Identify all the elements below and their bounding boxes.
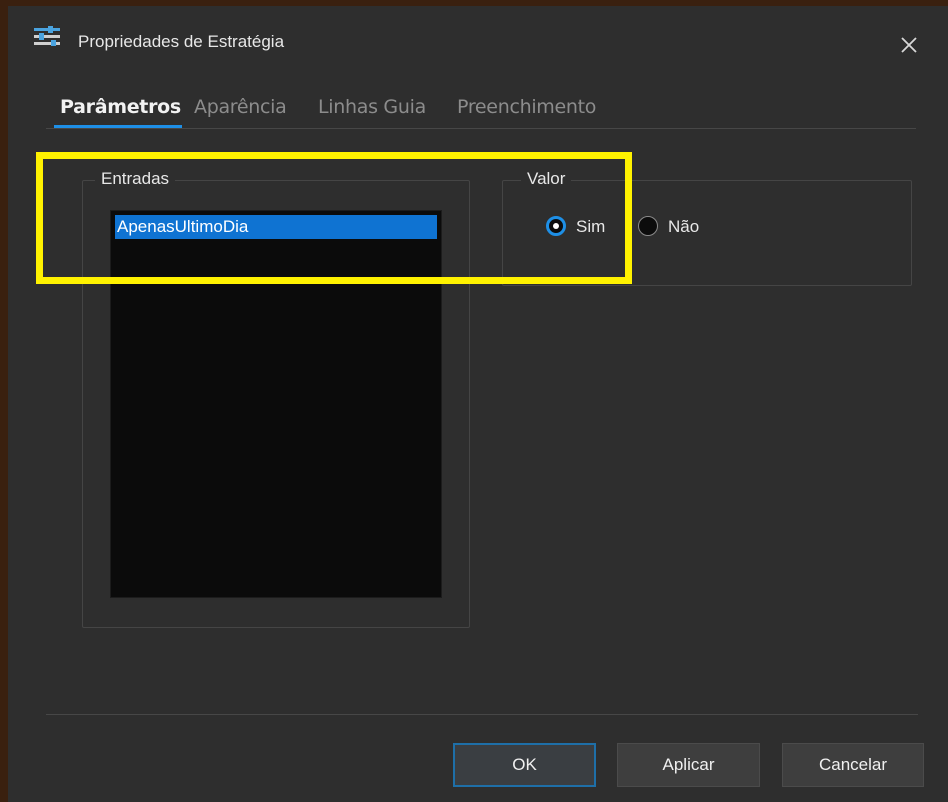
title-bar: Propriedades de Estratégia bbox=[8, 6, 948, 78]
tab-preenchimento[interactable]: Preenchimento bbox=[457, 94, 596, 127]
tab-linhas-guia[interactable]: Linhas Guia bbox=[318, 94, 426, 127]
tab-label: Parâmetros bbox=[60, 96, 181, 118]
tab-label: Preenchimento bbox=[457, 96, 597, 118]
highlight-box bbox=[36, 152, 632, 284]
tab-parametros[interactable]: Parâmetros bbox=[54, 94, 182, 128]
sliders-icon bbox=[34, 26, 60, 46]
close-icon[interactable] bbox=[897, 33, 921, 57]
ok-button[interactable]: OK bbox=[453, 743, 596, 787]
tab-label: Linhas Guia bbox=[318, 96, 426, 118]
window-title: Propriedades de Estratégia bbox=[78, 32, 285, 51]
footer-divider bbox=[46, 714, 918, 715]
tab-aparencia[interactable]: Aparência bbox=[194, 94, 287, 127]
tab-bar: Parâmetros Aparência Linhas Guia Preench… bbox=[46, 94, 916, 129]
apply-button[interactable]: Aplicar bbox=[617, 743, 760, 787]
tab-label: Aparência bbox=[194, 96, 287, 118]
active-tab-indicator bbox=[54, 125, 182, 128]
radio-unchecked-icon bbox=[638, 216, 658, 236]
cancel-button[interactable]: Cancelar bbox=[782, 743, 924, 787]
strategy-properties-dialog: Propriedades de Estratégia Parâmetros Ap… bbox=[8, 6, 948, 802]
radio-label: Não bbox=[668, 217, 700, 236]
